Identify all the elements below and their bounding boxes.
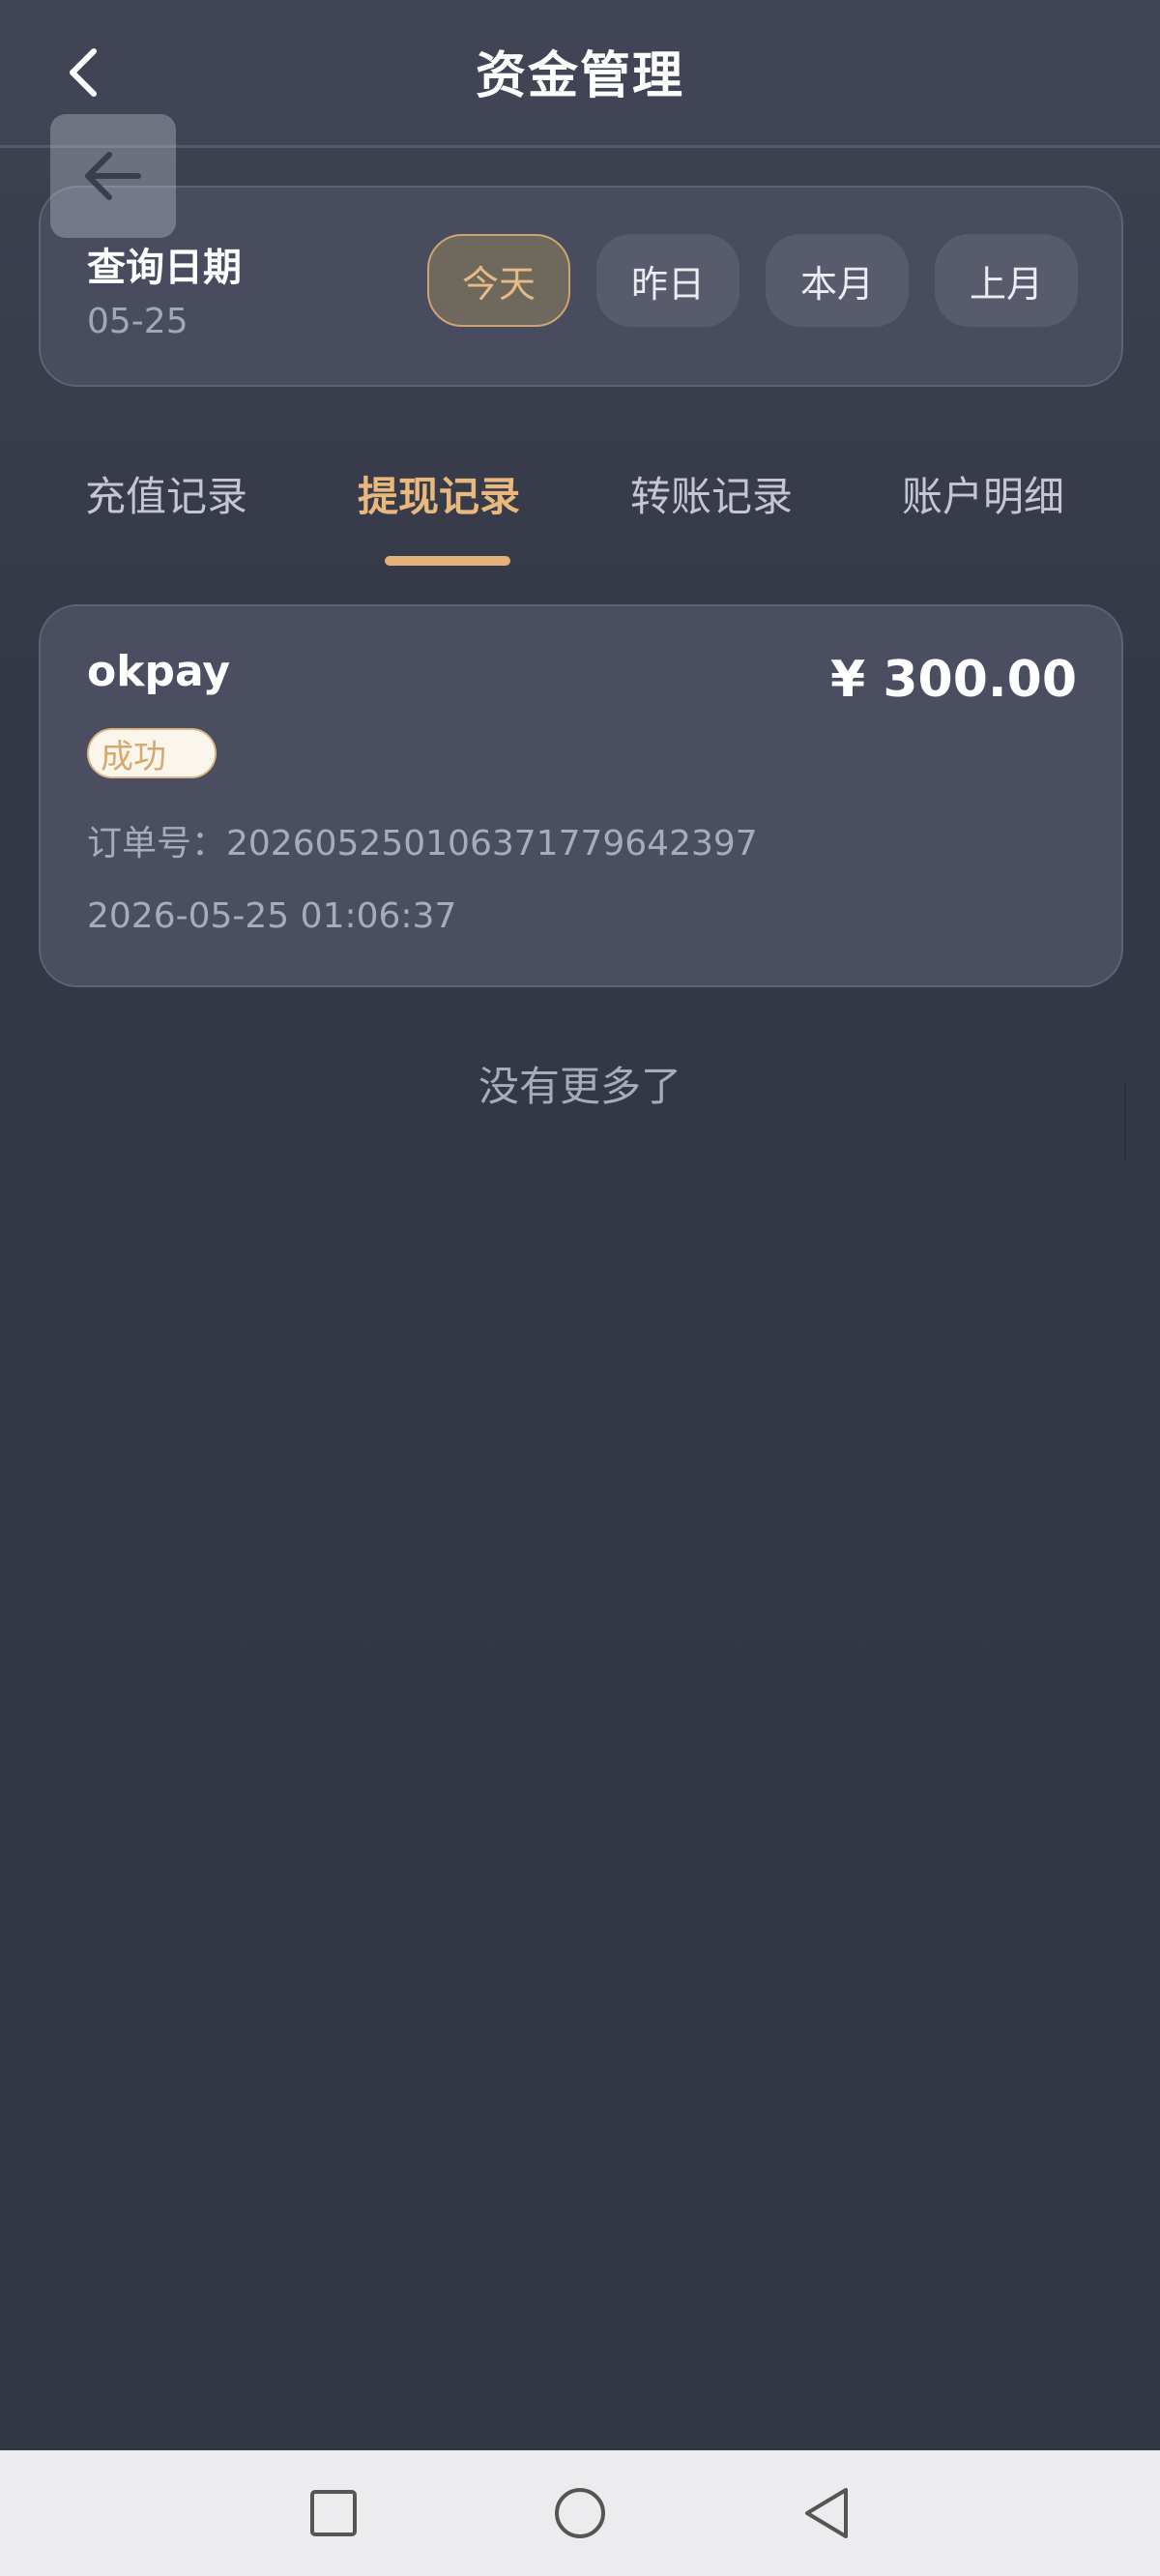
date-button-this-month[interactable]: 本月 bbox=[766, 234, 909, 327]
page-title: 资金管理 bbox=[475, 47, 684, 105]
back-icon bbox=[805, 2488, 848, 2538]
date-filter-value: 05-25 bbox=[87, 302, 188, 341]
date-button-yesterday[interactable]: 昨日 bbox=[596, 234, 740, 327]
status-badge: 成功 bbox=[87, 728, 217, 778]
floating-back-button[interactable] bbox=[50, 114, 176, 238]
list-end-text: 没有更多了 bbox=[478, 1063, 682, 1110]
scroll-edge bbox=[1124, 1083, 1126, 1160]
date-filter-label: 查询日期 bbox=[87, 246, 242, 290]
app-screen: 资金管理 查询日期 05-25 今天 昨日 本月 上月 充值记录 提现记录 转账… bbox=[0, 0, 1160, 2450]
home-button[interactable] bbox=[541, 2474, 619, 2552]
record-order-number: 订单号：20260525010637177964​2397 bbox=[87, 824, 758, 864]
record-tabs: 充值记录 提现记录 转账记录 账户明细 bbox=[39, 454, 1123, 571]
withdraw-record-card[interactable]: okpay ¥ 300.00 成功 订单号：202605250106371779… bbox=[39, 604, 1123, 987]
home-icon bbox=[555, 2488, 605, 2538]
active-tab-indicator bbox=[385, 556, 510, 566]
record-channel: okpay bbox=[87, 647, 231, 696]
tab-withdraw-records[interactable]: 提现记录 bbox=[358, 464, 520, 523]
date-button-today[interactable]: 今天 bbox=[427, 234, 570, 327]
record-amount: ¥ 300.00 bbox=[830, 651, 1077, 709]
system-back-button[interactable] bbox=[788, 2474, 865, 2552]
system-navigation-bar bbox=[0, 2450, 1160, 2576]
tab-recharge-records[interactable]: 充值记录 bbox=[85, 464, 247, 523]
tab-account-details[interactable]: 账户明细 bbox=[902, 464, 1064, 523]
arrow-left-icon bbox=[85, 152, 141, 200]
date-button-last-month[interactable]: 上月 bbox=[935, 234, 1078, 327]
recent-apps-icon bbox=[310, 2490, 357, 2536]
recent-apps-button[interactable] bbox=[295, 2474, 372, 2552]
record-timestamp: 2026-05-25 01:06:37 bbox=[87, 896, 457, 936]
tab-transfer-records[interactable]: 转账记录 bbox=[630, 464, 793, 523]
date-filter-card: 查询日期 05-25 今天 昨日 本月 上月 bbox=[39, 186, 1123, 387]
